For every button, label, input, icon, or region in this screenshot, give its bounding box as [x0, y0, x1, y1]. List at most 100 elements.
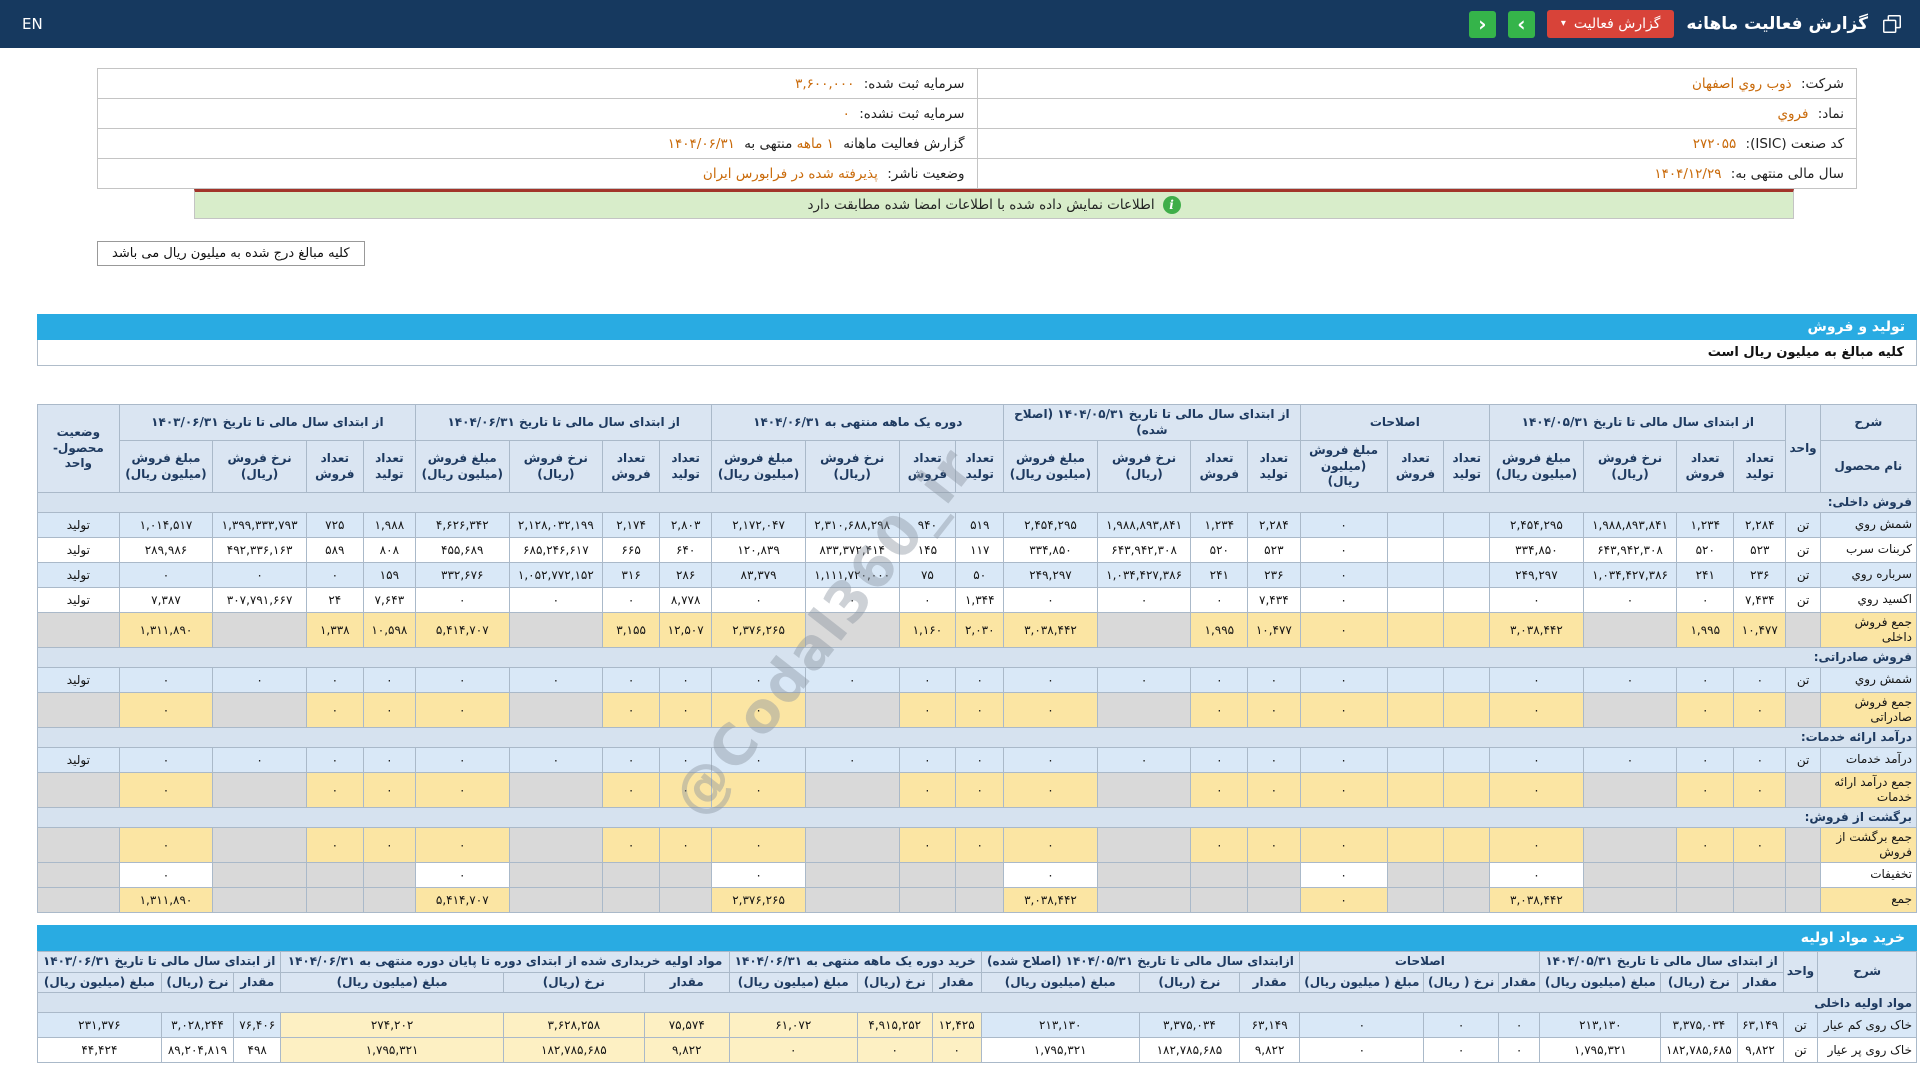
- previous-report-button[interactable]: ‹: [1468, 10, 1496, 38]
- value-cell: ۰: [305, 691, 364, 728]
- column-group-header: اصلاحات: [1299, 403, 1491, 442]
- value-cell: ۰: [711, 771, 806, 808]
- value-cell: [1733, 886, 1787, 913]
- column-header: نرخ فروش (ریال): [212, 440, 307, 493]
- section-row: فروش داخلی:: [37, 491, 1917, 513]
- value-cell: [1443, 561, 1491, 588]
- value-cell: [1676, 886, 1735, 913]
- value-cell: ۱,۰۱۴,۵۱۷: [118, 511, 214, 538]
- value-cell: [508, 771, 604, 808]
- value-cell: ۰: [1497, 1012, 1541, 1039]
- value-cell: ۱۲,۵۰۷: [658, 611, 713, 648]
- value-cell: [1676, 861, 1735, 888]
- value-cell: ۰: [1003, 746, 1098, 773]
- next-report-button[interactable]: ›: [1507, 10, 1535, 38]
- value-cell: ۰: [1676, 746, 1735, 773]
- report-type-dropdown[interactable]: گزارش فعالیت ▾: [1546, 10, 1675, 38]
- column-group-header: از ابتدای سال مالی تا تاریخ ۱۴۰۴/۰۶/۳۱: [415, 403, 713, 442]
- value-cell: ۰: [362, 826, 417, 863]
- unit-cell: تن: [1785, 536, 1821, 563]
- column-group-header: ازابتدای سال مالی تا تاریخ ۱۴۰۴/۰۵/۳۱ (ا…: [980, 950, 1301, 973]
- value-cell: ۰: [602, 826, 660, 863]
- value-cell: ۰: [305, 826, 364, 863]
- row-label: شمش روي: [1819, 666, 1918, 693]
- value-cell: ۰: [362, 771, 417, 808]
- value-cell: ۰: [118, 561, 214, 588]
- value-cell: [1443, 861, 1491, 888]
- value-cell: ۹,۸۲۲: [1736, 1037, 1784, 1064]
- value-cell: ۴۵۵,۶۸۹: [415, 536, 510, 563]
- section-row: مواد اولیه داخلی: [37, 992, 1917, 1014]
- status-cell: تولید: [37, 746, 120, 773]
- value-cell: ۷۵,۵۷۴: [643, 1012, 730, 1039]
- value-cell: ۰: [1003, 586, 1098, 613]
- value-cell: ۰: [1497, 1037, 1541, 1064]
- signed-data-notice: i اطلاعات نمایش داده شده با اطلاعات امضا…: [194, 189, 1794, 219]
- value-cell: ۰: [898, 746, 957, 773]
- value-cell: [508, 826, 604, 863]
- value-cell: ۲۴۹,۲۹۷: [1003, 561, 1098, 588]
- copy-report-icon[interactable]: [1880, 12, 1904, 36]
- value-cell: ۱,۹۸۸,۸۹۳,۸۴۱: [1096, 511, 1192, 538]
- column-header: مقدار: [233, 971, 282, 994]
- column-header: نرخ ( ریال): [1423, 971, 1499, 994]
- column-header: مبلغ فروش (میلیون ریال): [415, 440, 510, 493]
- value-cell: ۰: [1299, 1012, 1425, 1039]
- value-cell: ۰: [1733, 691, 1787, 728]
- status-cell: [37, 886, 120, 913]
- unit-cell: تن: [1785, 561, 1821, 588]
- company-label: شرکت:: [1801, 75, 1844, 92]
- table-row: خاک روی پر عیار تن ۹,۸۲۲ ۱۸۲,۷۸۵,۶۸۵ ۱,۷۹۵,۳…: [37, 1037, 1917, 1064]
- value-cell: ۰: [1299, 771, 1388, 808]
- value-cell: [1247, 861, 1301, 888]
- issuer-status-value: پذیرفته شده در فرابورس ایران: [702, 165, 878, 182]
- value-cell: [804, 691, 900, 728]
- value-cell: ۲۷۴,۲۰۲: [280, 1012, 504, 1039]
- value-cell: [508, 886, 604, 913]
- section-label: فروش صادراتی:: [37, 646, 1917, 668]
- column-header: تعداد تولید: [362, 440, 417, 493]
- value-cell: [1443, 771, 1491, 808]
- value-cell: ۰: [728, 1037, 858, 1064]
- value-cell: ۲۳۶: [1247, 561, 1301, 588]
- value-cell: ۱,۱۱۱,۷۲۰,۰۰۰: [804, 561, 900, 588]
- value-cell: [212, 826, 307, 863]
- value-cell: ۰: [1247, 826, 1301, 863]
- section-label: درآمد ارائه خدمات:: [37, 726, 1917, 748]
- value-cell: ۲,۳۱۰,۶۸۸,۲۹۸: [804, 511, 900, 538]
- fiscal-year-value: ۱۴۰۴/۱۲/۲۹: [1654, 165, 1722, 182]
- value-cell: ۵,۴۱۴,۷۰۷: [415, 611, 510, 648]
- column-header: مبلغ (میلیون ریال): [1539, 971, 1662, 994]
- purchases-table: شرح واحد از ابتدای سال مالی تا تاریخ ۱۴۰۴/…: [36, 950, 1917, 1064]
- value-cell: [1190, 861, 1249, 888]
- table-row: شمش روي تن ۰ ۰ ۰ ۰ ۰ ۰ ۰ ۰ ۰ ۰ ۰ ۰ ۰ ۰ ۰ ۰ ۰ ۰ ۰ ۰ ۰ تولید: [37, 666, 1918, 693]
- value-cell: ۰: [1676, 666, 1735, 693]
- value-cell: ۲۴۹,۲۹۷: [1489, 561, 1584, 588]
- column-header: تعداد تولید: [658, 440, 713, 493]
- registered-capital-cell: سرمایه ثبت شده: ۳,۶۰۰,۰۰۰: [97, 68, 978, 99]
- value-cell: ۳۰۷,۷۹۱,۶۶۷: [212, 586, 307, 613]
- value-cell: ۷,۴۳۴: [1247, 586, 1301, 613]
- value-cell: ۰: [1299, 1037, 1425, 1064]
- value-cell: ۵۲۰: [1190, 536, 1249, 563]
- value-cell: ۱۵۹: [362, 561, 417, 588]
- value-cell: [602, 861, 660, 888]
- value-cell: ۰: [804, 586, 900, 613]
- value-cell: [305, 886, 364, 913]
- value-cell: ۰: [1676, 691, 1735, 728]
- value-cell: [658, 861, 713, 888]
- column-header: تعداد فروش: [1190, 440, 1249, 493]
- value-cell: ۳۱۶: [602, 561, 660, 588]
- language-toggle[interactable]: EN: [16, 14, 49, 34]
- value-cell: [1443, 886, 1491, 913]
- unit-cell: [1785, 826, 1821, 863]
- value-cell: ۰: [1247, 666, 1301, 693]
- value-cell: [1582, 611, 1678, 648]
- value-cell: ۰: [931, 1037, 982, 1064]
- value-cell: [1582, 861, 1678, 888]
- status-cell: [37, 826, 120, 863]
- value-cell: ۰: [602, 666, 660, 693]
- value-cell: [898, 886, 957, 913]
- value-cell: ۵۲۰: [1676, 536, 1735, 563]
- table-row: کد صنعت (ISIC): ۲۷۲۰۵۵ گزارش فعالیت ماها…: [97, 128, 1857, 159]
